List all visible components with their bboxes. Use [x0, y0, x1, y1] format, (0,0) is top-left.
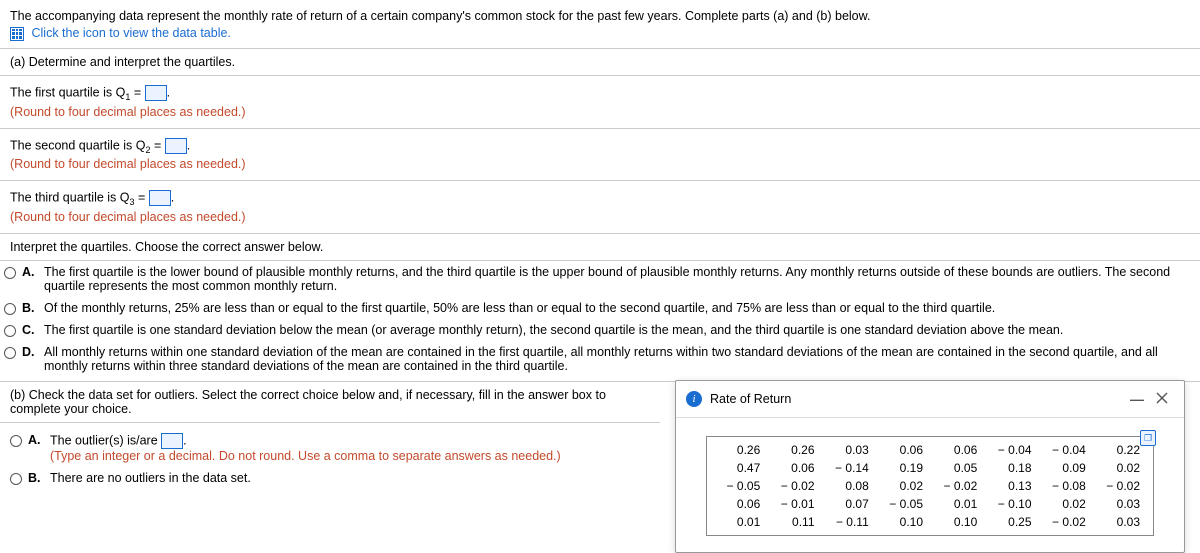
data-cell: 0.26 — [713, 441, 767, 459]
data-cell: 0.05 — [930, 459, 984, 477]
q1-round-note: (Round to four decimal places as needed.… — [10, 105, 1190, 119]
data-cell: − 0.05 — [876, 495, 930, 513]
outlier-a-note: (Type an integer or a decimal. Do not ro… — [50, 449, 640, 463]
data-cell: 0.26 — [767, 441, 821, 459]
view-data-link[interactable]: Click the icon to view the data table. — [31, 26, 230, 40]
data-cell: 0.02 — [1093, 459, 1147, 477]
copy-icon[interactable]: ❐ — [1140, 430, 1156, 446]
data-cell: 0.06 — [713, 495, 767, 513]
data-cell: 0.08 — [822, 477, 876, 495]
q3-input[interactable] — [149, 190, 171, 206]
choice-text-b: Of the monthly returns, 25% are less tha… — [44, 301, 1190, 315]
outlier-b-text: There are no outliers in the data set. — [50, 471, 640, 485]
q2-label: The second quartile is Q — [10, 138, 146, 152]
data-cell: 0.13 — [984, 477, 1038, 495]
intro-text: The accompanying data represent the mont… — [10, 9, 1190, 23]
info-icon: i — [686, 391, 702, 407]
q2-input[interactable] — [165, 138, 187, 154]
part-a-heading: (a) Determine and interpret the quartile… — [10, 55, 235, 69]
part-b-heading: (b) Check the data set for outliers. Sel… — [10, 388, 606, 416]
data-cell: − 0.04 — [1039, 441, 1093, 459]
data-cell: 0.01 — [930, 495, 984, 513]
data-cell: 0.18 — [984, 459, 1038, 477]
outlier-a-pre: The outlier(s) is/are — [50, 433, 161, 447]
data-cell: 0.01 — [713, 513, 767, 531]
choice-text-d: All monthly returns within one standard … — [44, 345, 1190, 373]
radio-interpret-a[interactable] — [4, 267, 16, 279]
choice-label-c: C. — [22, 323, 38, 337]
data-table: 0.260.260.030.060.06− 0.04− 0.040.220.47… — [706, 436, 1154, 536]
choice-b-label-a: A. — [28, 433, 44, 447]
interpret-heading: Interpret the quartiles. Choose the corr… — [10, 240, 323, 254]
radio-interpret-d[interactable] — [4, 347, 16, 359]
minimize-icon[interactable]: — — [1124, 389, 1150, 409]
outlier-input[interactable] — [161, 433, 183, 449]
radio-outlier-a[interactable] — [10, 435, 22, 447]
data-cell: 0.06 — [876, 441, 930, 459]
q3-label: The third quartile is Q — [10, 191, 130, 205]
data-cell: 0.03 — [822, 441, 876, 459]
choice-label-b: B. — [22, 301, 38, 315]
data-cell: − 0.01 — [767, 495, 821, 513]
choice-b-label-b: B. — [28, 471, 44, 485]
radio-interpret-b[interactable] — [4, 303, 16, 315]
data-cell: 0.22 — [1093, 441, 1147, 459]
data-cell: 0.47 — [713, 459, 767, 477]
data-cell: 0.10 — [876, 513, 930, 531]
choice-text-a: The first quartile is the lower bound of… — [44, 265, 1190, 293]
data-cell: 0.06 — [930, 441, 984, 459]
choice-text-c: The first quartile is one standard devia… — [44, 323, 1190, 337]
radio-outlier-b[interactable] — [10, 473, 22, 485]
data-cell: 0.07 — [822, 495, 876, 513]
popup-title: Rate of Return — [710, 392, 1124, 406]
close-icon[interactable] — [1150, 389, 1174, 409]
data-cell: − 0.05 — [713, 477, 767, 495]
data-cell: 0.10 — [930, 513, 984, 531]
data-cell: − 0.08 — [1039, 477, 1093, 495]
data-cell: − 0.04 — [984, 441, 1038, 459]
q2-round-note: (Round to four decimal places as needed.… — [10, 157, 1190, 171]
data-cell: − 0.02 — [1039, 513, 1093, 531]
data-cell: − 0.10 — [984, 495, 1038, 513]
data-cell: 0.06 — [767, 459, 821, 477]
data-cell: − 0.11 — [822, 513, 876, 531]
outlier-a-post: . — [183, 433, 186, 447]
data-table-popup: i Rate of Return — ❐ 0.260.260.030.060.0… — [675, 380, 1185, 553]
data-cell: 0.03 — [1093, 513, 1147, 531]
data-cell: 0.09 — [1039, 459, 1093, 477]
data-cell: 0.02 — [876, 477, 930, 495]
data-cell: − 0.14 — [822, 459, 876, 477]
choice-label-d: D. — [22, 345, 38, 359]
q3-round-note: (Round to four decimal places as needed.… — [10, 210, 1190, 224]
table-icon[interactable] — [10, 27, 24, 41]
q1-input[interactable] — [145, 85, 167, 101]
q1-label: The first quartile is Q — [10, 85, 125, 99]
data-cell: 0.11 — [767, 513, 821, 531]
data-cell: 0.02 — [1039, 495, 1093, 513]
data-cell: − 0.02 — [1093, 477, 1147, 495]
data-cell: − 0.02 — [930, 477, 984, 495]
radio-interpret-c[interactable] — [4, 325, 16, 337]
choice-label-a: A. — [22, 265, 38, 279]
data-cell: 0.19 — [876, 459, 930, 477]
data-cell: 0.03 — [1093, 495, 1147, 513]
data-cell: − 0.02 — [767, 477, 821, 495]
data-cell: 0.25 — [984, 513, 1038, 531]
